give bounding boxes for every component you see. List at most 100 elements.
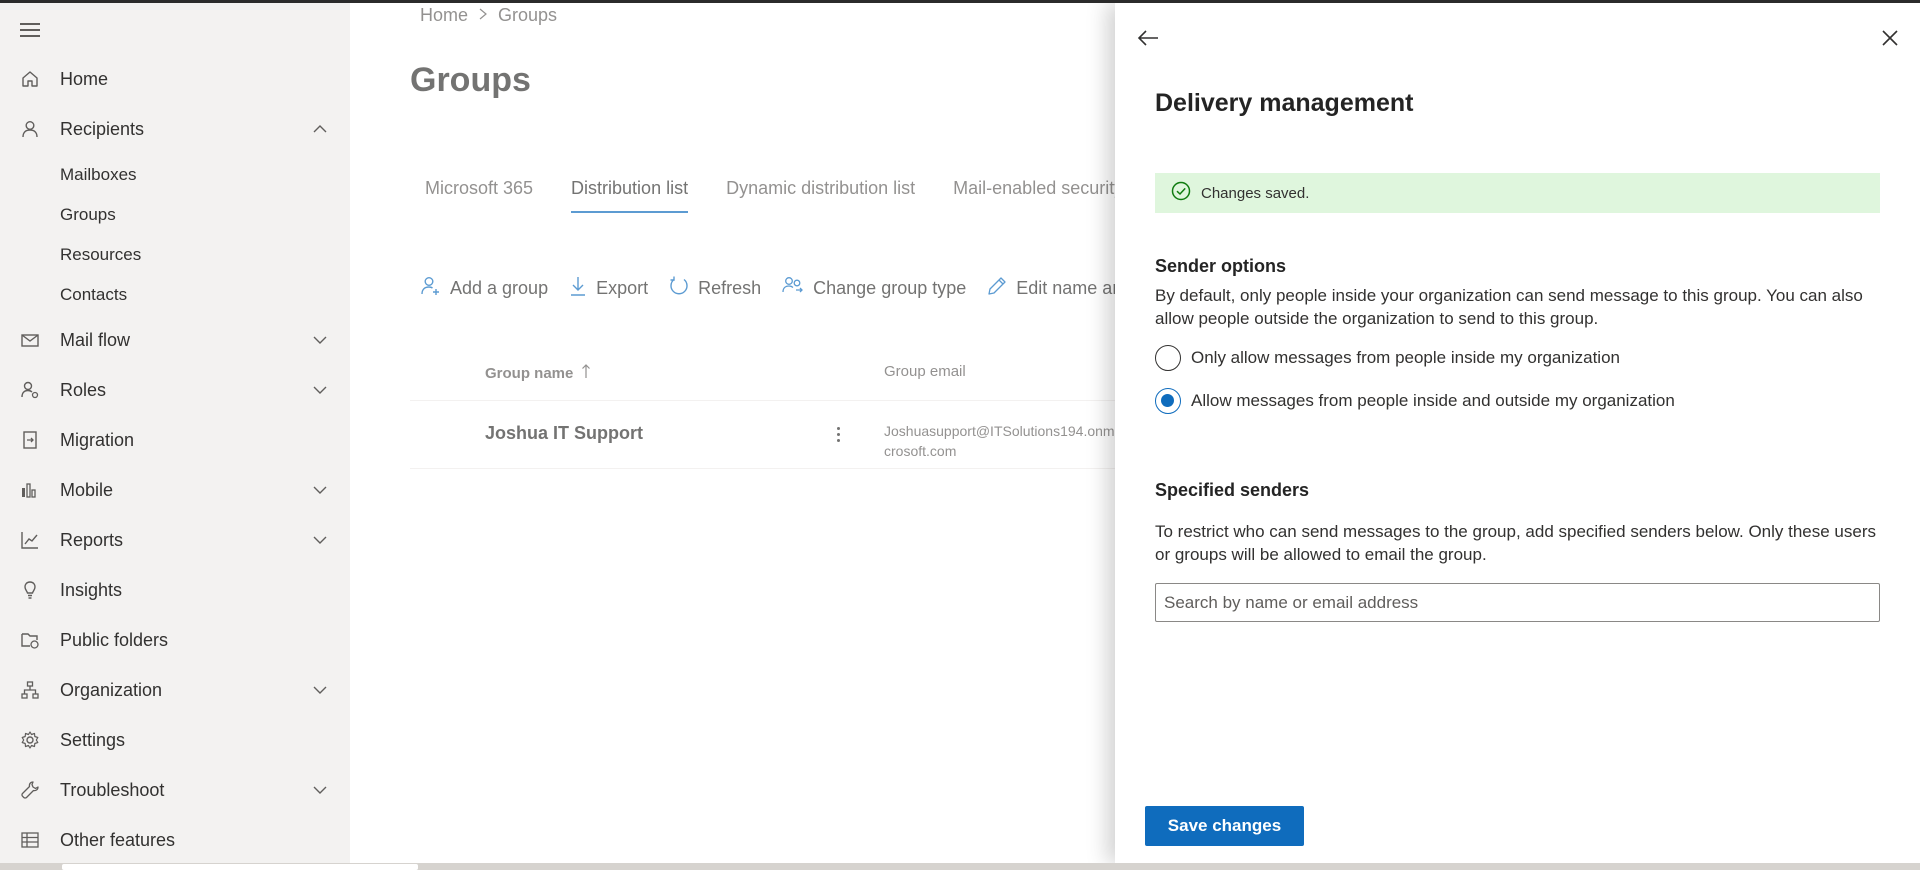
nav-label: Settings [60,729,126,750]
refresh-button[interactable]: Refresh [668,275,761,302]
nav-label: Mobile [60,479,114,500]
change-group-type-label: Change group type [813,278,967,298]
table-icon [18,828,42,852]
nav-label: Mail flow [60,329,131,350]
breadcrumb-current: Groups [498,5,558,25]
tab-distribution-list[interactable]: Distribution list [556,178,703,213]
nav-item-mobile[interactable]: Mobile [0,469,350,511]
column-header-group-name[interactable]: Group name [485,363,591,383]
nav-item-public-folders[interactable]: Public folders [0,619,350,661]
download-icon [568,275,588,302]
page-title: Groups [410,61,531,99]
nav-label: Migration [60,429,135,450]
nav-subitem-mailboxes[interactable]: Mailboxes [60,165,137,185]
organization-icon [18,678,42,702]
nav-item-recipients[interactable]: Recipients [0,108,350,150]
horizontal-scrollbar[interactable] [0,863,1920,870]
nav-item-other-features[interactable]: Other features [0,819,350,861]
edit-name-label: Edit name and [1016,278,1115,298]
nav-item-roles[interactable]: Roles [0,369,350,411]
success-message-bar: Changes saved. [1155,173,1880,213]
success-message-text: Changes saved. [1201,184,1310,202]
radio-inside-and-outside[interactable]: Allow messages from people inside and ou… [1155,388,1675,414]
home-icon [18,67,42,91]
chevron-down-icon[interactable] [310,330,330,350]
radio-inside-only[interactable]: Only allow messages from people inside m… [1155,345,1620,371]
nav-label: Reports [60,529,124,550]
group-name-cell[interactable]: Joshua IT Support [485,423,643,444]
folder-globe-icon [18,628,42,652]
nav-label: Other features [60,829,176,850]
radio-button-selected[interactable] [1155,388,1181,414]
roles-icon [18,378,42,402]
sort-ascending-icon [581,363,591,383]
nav-label: Home [60,68,109,89]
breadcrumb: Home Groups [420,5,557,26]
pencil-icon [986,275,1008,302]
people-switch-icon [781,275,805,302]
table-row[interactable]: Joshua IT Support Joshuasupport@ITSoluti… [410,403,1115,469]
panel-title: Delivery management [1155,89,1414,117]
column-label: Group name [485,364,574,382]
sender-options-description: By default, only people inside your orga… [1155,286,1863,328]
change-group-type-button[interactable]: Change group type [781,275,966,302]
nav-subitem-groups[interactable]: Groups [60,205,116,225]
tab-mail-enabled-security[interactable]: Mail-enabled security [938,178,1115,213]
nav-item-insights[interactable]: Insights [0,569,350,611]
edit-name-button[interactable]: Edit name and [986,275,1115,302]
left-navigation: Home Recipients Mailboxes Groups Resourc… [0,3,350,863]
nav-item-migration[interactable]: Migration [0,419,350,461]
window-top-border [0,0,1920,3]
nav-item-settings[interactable]: Settings [0,719,350,761]
command-bar: Add a group Export Refresh Change group … [420,275,1115,302]
mail-icon [18,328,42,352]
radio-label: Only allow messages from people inside m… [1191,348,1620,367]
close-icon[interactable] [1877,25,1903,51]
person-icon [18,117,42,141]
chevron-down-icon[interactable] [310,680,330,700]
reports-icon [18,528,42,552]
nav-label: Public folders [60,629,169,650]
save-changes-button[interactable]: Save changes [1145,806,1304,846]
add-group-button[interactable]: Add a group [420,275,548,302]
nav-item-troubleshoot[interactable]: Troubleshoot [0,769,350,811]
nav-label: Troubleshoot [60,779,165,800]
main-content: Home Groups Groups Microsoft 365 Distrib… [350,3,1115,863]
chevron-right-icon [478,5,488,26]
chevron-down-icon[interactable] [310,480,330,500]
nav-item-mail-flow[interactable]: Mail flow [0,319,350,361]
back-arrow-icon[interactable] [1135,25,1161,51]
chevron-down-icon[interactable] [310,780,330,800]
group-email-cell: Joshuasupport@ITSolutions194.onmicrosoft… [884,423,1115,459]
scrollbar-thumb[interactable] [62,864,418,870]
search-senders-input[interactable] [1155,583,1880,622]
specified-senders-description: To restrict who can send messages to the… [1155,522,1877,564]
radio-button[interactable] [1155,345,1181,371]
nav-subitem-contacts[interactable]: Contacts [60,285,127,305]
export-button[interactable]: Export [568,275,648,302]
mobile-icon [18,478,42,502]
hamburger-menu-icon[interactable] [20,23,40,37]
tab-microsoft-365[interactable]: Microsoft 365 [410,178,548,213]
lightbulb-icon [18,578,42,602]
add-group-label: Add a group [450,278,549,298]
nav-item-home[interactable]: Home [0,58,350,100]
nav-subitem-resources[interactable]: Resources [60,245,141,265]
tab-dynamic-distribution-list[interactable]: Dynamic distribution list [711,178,930,213]
chevron-up-icon[interactable] [310,119,330,139]
refresh-icon [668,275,690,302]
chevron-down-icon[interactable] [310,530,330,550]
nav-item-reports[interactable]: Reports [0,519,350,561]
grid-header: Group name Group email [410,363,1115,401]
group-type-tabs: Microsoft 365 Distribution list Dynamic … [410,178,1115,213]
more-actions-icon[interactable] [828,421,848,447]
gear-icon [18,728,42,752]
refresh-label: Refresh [698,278,762,298]
sender-options-heading: Sender options [1155,256,1287,276]
column-header-group-email[interactable]: Group email [884,363,966,380]
nav-item-organization[interactable]: Organization [0,669,350,711]
chevron-down-icon[interactable] [310,380,330,400]
nav-label: Roles [60,379,107,400]
breadcrumb-home[interactable]: Home [420,5,468,26]
wrench-icon [18,778,42,802]
